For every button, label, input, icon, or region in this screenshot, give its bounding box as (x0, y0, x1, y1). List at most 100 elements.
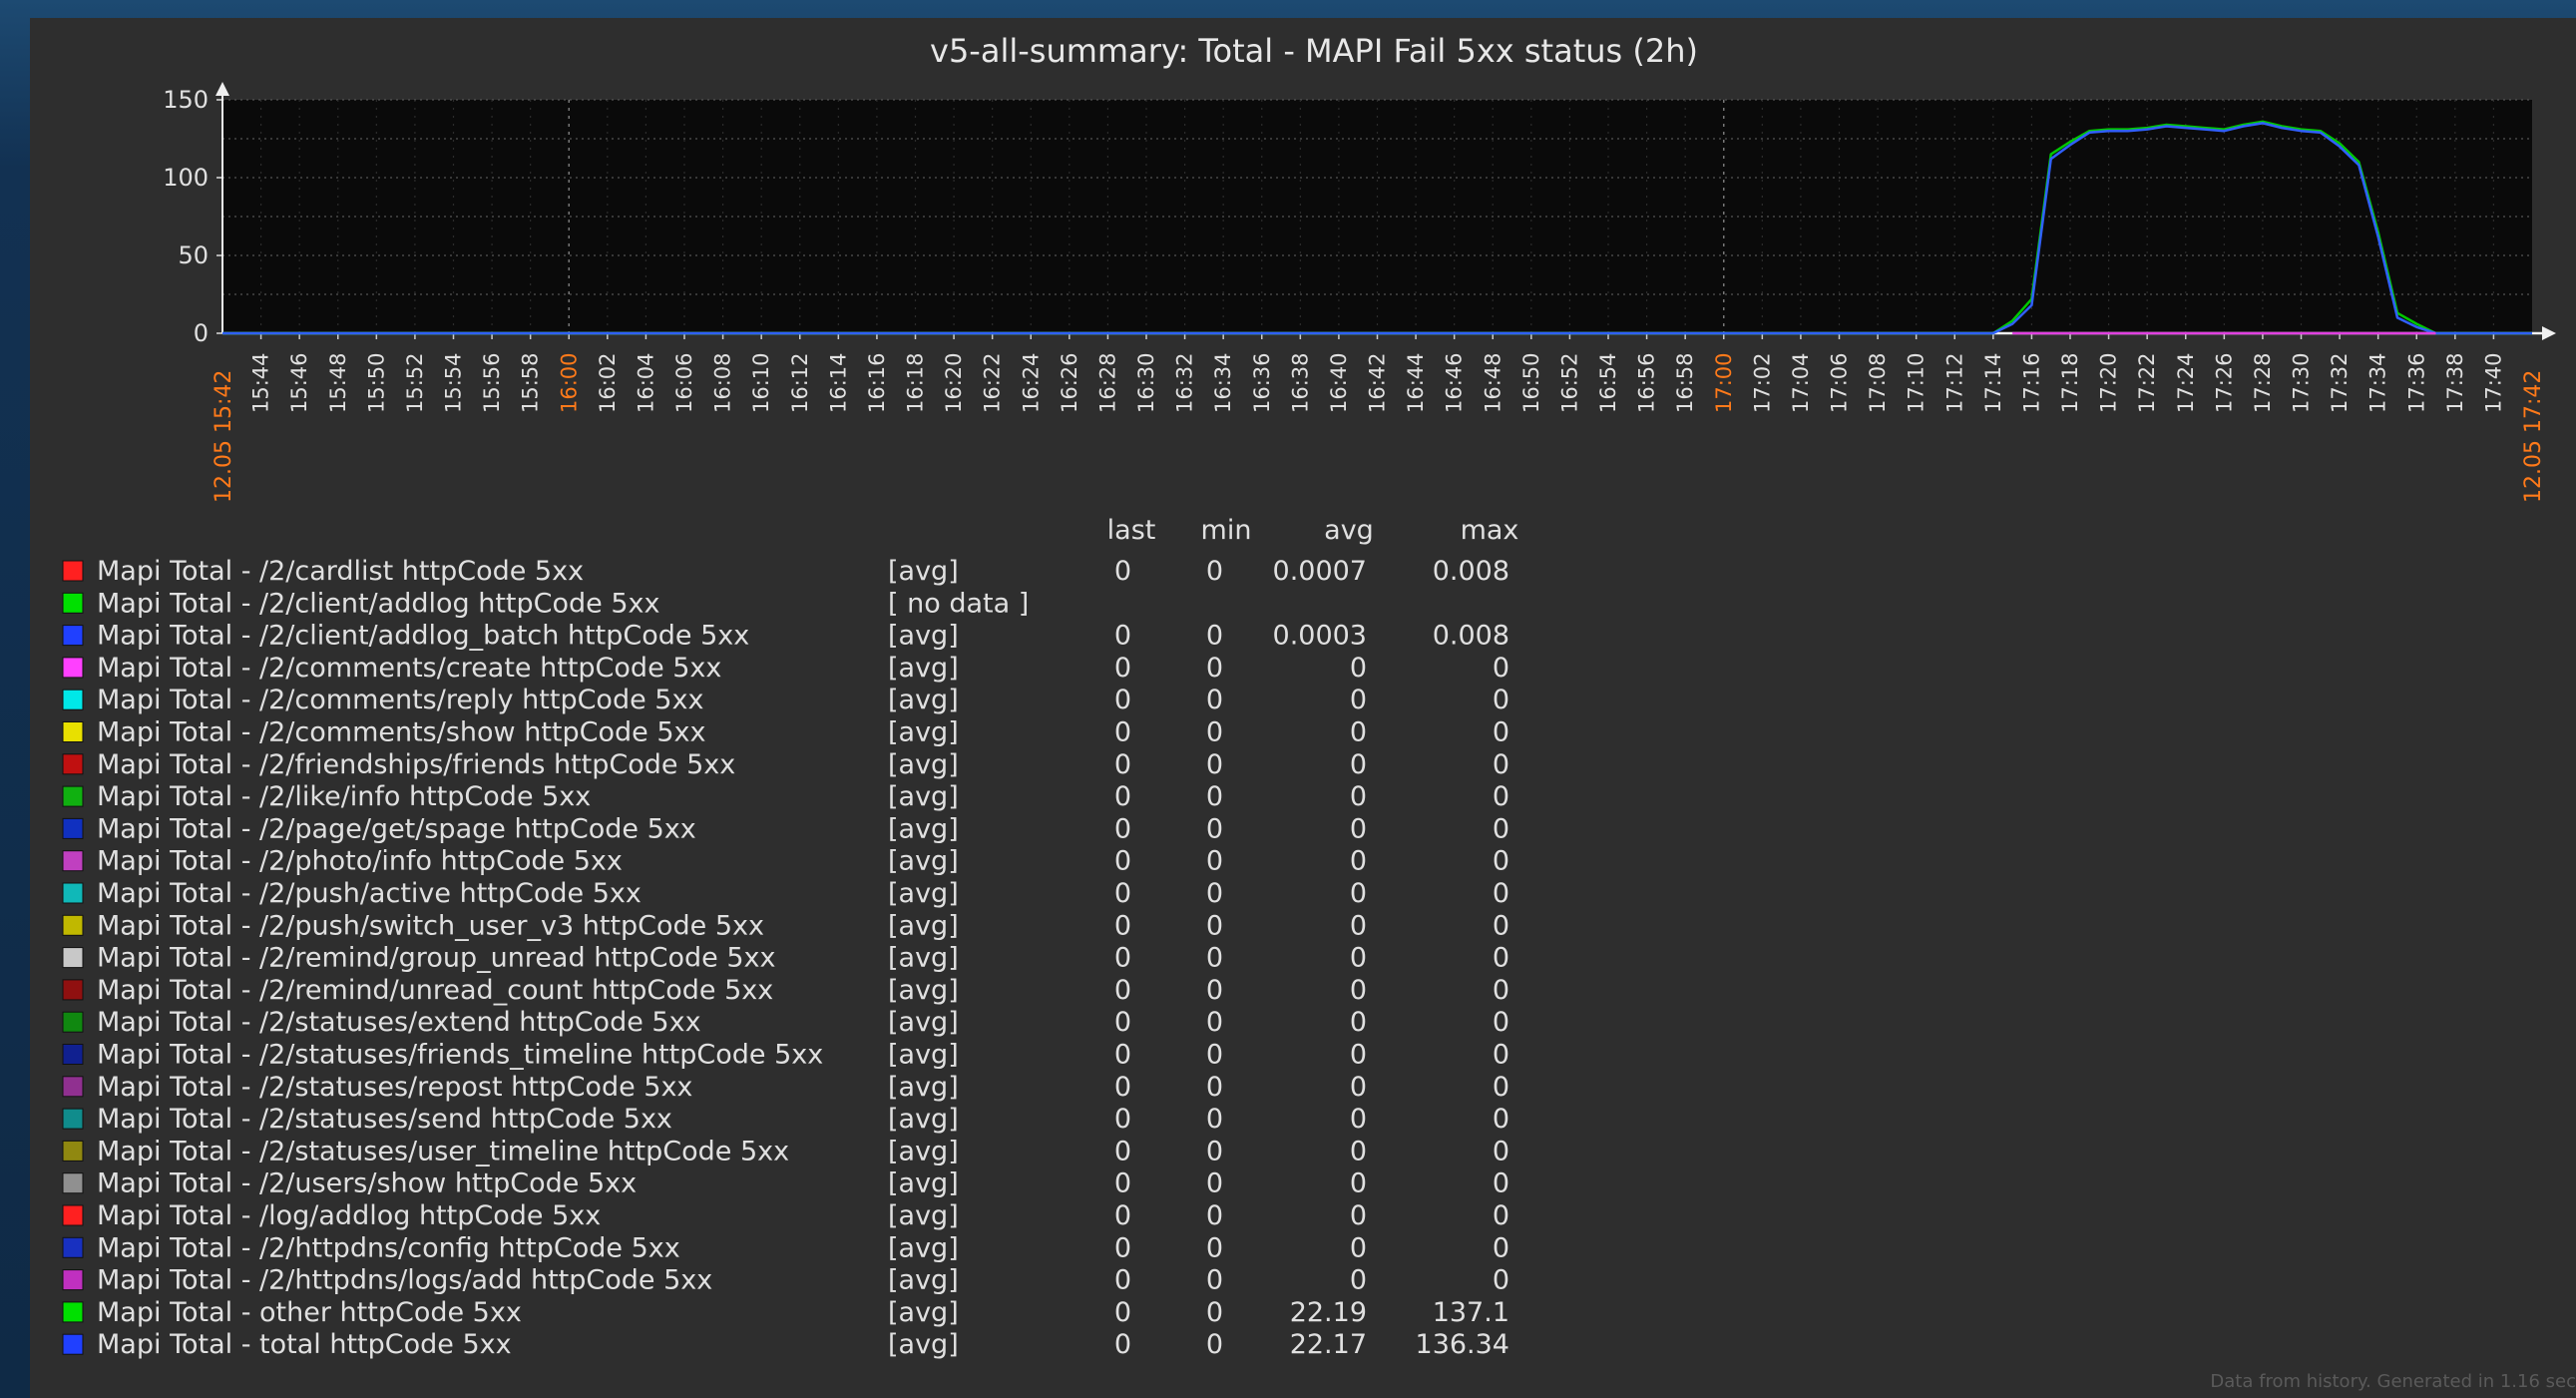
x-tick-label: 16:20 (942, 352, 966, 413)
legend-swatch (62, 1269, 84, 1291)
legend-swatch (62, 914, 84, 936)
x-tick-label: 16:00 (557, 352, 581, 413)
legend-series-name: Mapi Total - /2/remind/unread_count http… (97, 975, 773, 1006)
x-tick-label: 16:46 (1443, 352, 1467, 413)
legend-header-max: max (1461, 515, 1519, 546)
legend-last-value: 0 (1114, 621, 1131, 652)
legend-min-value: 0 (1206, 846, 1223, 877)
legend-series-name: Mapi Total - /2/cardlist httpCode 5xx (97, 556, 584, 587)
x-tick-label: 16:48 (1481, 352, 1504, 413)
x-tick-label: 16:30 (1134, 352, 1158, 413)
legend-last-value: 0 (1114, 1136, 1131, 1166)
legend-min-value: 0 (1206, 878, 1223, 909)
legend-swatch (62, 1172, 84, 1194)
legend-last-value: 0 (1114, 1232, 1131, 1263)
x-tick-label: 16:54 (1596, 352, 1620, 413)
x-tick-label: 17:26 (2212, 352, 2236, 413)
x-tick-label: 15:48 (326, 352, 350, 413)
legend-function: [avg] (888, 975, 959, 1006)
legend-series-name: Mapi Total - /2/httpdns/logs/add httpCod… (97, 1265, 712, 1296)
legend-max-value: 0 (1493, 813, 1509, 844)
x-tick-label: 17:40 (2481, 352, 2505, 413)
y-axis-arrow (215, 82, 229, 96)
legend-avg-value: 0.0007 (1273, 556, 1367, 587)
legend-last-value: 0 (1114, 1265, 1131, 1296)
legend-series-name: Mapi Total - /2/users/show httpCode 5xx (97, 1168, 637, 1199)
x-tick-label: 16:50 (1519, 352, 1543, 413)
legend-avg-value: 0 (1350, 749, 1367, 780)
legend-series-name: Mapi Total - total httpCode 5xx (97, 1329, 512, 1360)
legend-avg-value: 0 (1350, 1072, 1367, 1103)
legend-series-name: Mapi Total - /log/addlog httpCode 5xx (97, 1200, 601, 1231)
graph-svg: v5-all-summary: Total - MAPI Fail 5xx st… (62, 32, 2576, 1392)
legend-max-value: 0 (1493, 1168, 1509, 1199)
legend-last-value: 0 (1114, 781, 1131, 812)
legend-max-value: 0 (1493, 1200, 1509, 1231)
legend-function: [avg] (888, 1200, 959, 1231)
legend-swatch (62, 1044, 84, 1065)
x-tick-label: 17:06 (1828, 352, 1852, 413)
page-background: v5-all-summary: Total - MAPI Fail 5xx st… (0, 0, 2576, 1398)
legend-avg-value: 0 (1350, 813, 1367, 844)
legend-avg-value: 22.19 (1290, 1297, 1367, 1328)
x-tick-label: 16:08 (711, 352, 735, 413)
legend-series-name: Mapi Total - /2/comments/show httpCode 5… (97, 717, 705, 748)
legend-max-value: 0 (1493, 1007, 1509, 1038)
legend-function: [avg] (888, 878, 959, 909)
legend-last-value: 0 (1114, 653, 1131, 684)
legend-function: [avg] (888, 781, 959, 812)
x-tick-label: 15:54 (442, 352, 466, 413)
legend-swatch (62, 1076, 84, 1098)
legend-series-name: Mapi Total - /2/statuses/friends_timelin… (97, 1040, 823, 1071)
legend-swatch (62, 947, 84, 969)
legend-function: [avg] (888, 1232, 959, 1263)
legend-max-value: 0 (1493, 975, 1509, 1006)
legend-avg-value: 0 (1350, 1265, 1367, 1296)
legend-series-name: Mapi Total - /2/remind/group_unread http… (97, 943, 775, 974)
legend-swatch (62, 721, 84, 742)
legend-last-value: 0 (1114, 717, 1131, 748)
legend-min-value: 0 (1206, 975, 1223, 1006)
legend-series-name: Mapi Total - /2/like/info httpCode 5xx (97, 781, 591, 812)
x-tick-label: 16:04 (634, 352, 657, 413)
y-tick-label: 50 (178, 241, 209, 269)
legend-last-value: 0 (1114, 556, 1131, 587)
legend-series-name: Mapi Total - /2/push/switch_user_v3 http… (97, 910, 764, 941)
x-tick-label: 16:22 (981, 352, 1005, 413)
legend-series-name: Mapi Total - /2/client/addlog_batch http… (97, 621, 749, 652)
x-tick-label: 17:02 (1750, 352, 1774, 413)
legend-header-avg: avg (1324, 515, 1374, 546)
legend-avg-value: 0 (1350, 717, 1367, 748)
legend-function: [avg] (888, 910, 959, 941)
legend-max-value: 0 (1493, 878, 1509, 909)
x-tick-label: 16:12 (788, 352, 812, 413)
x-tick-label: 17:22 (2135, 352, 2159, 413)
legend-avg-value: 0 (1350, 846, 1367, 877)
legend: last min avg max Mapi Total - /2/cardlist ht… (62, 515, 1519, 1360)
x-start-label: 12.05 15:42 (212, 370, 236, 503)
legend-last-value: 0 (1114, 749, 1131, 780)
legend-min-value: 0 (1206, 1136, 1223, 1166)
legend-min-value: 0 (1206, 1168, 1223, 1199)
legend-function: [avg] (888, 749, 959, 780)
legend-function: [avg] (888, 556, 959, 587)
x-tick-label: 17:04 (1789, 352, 1813, 413)
legend-last-value: 0 (1114, 1329, 1131, 1360)
x-tick-label: 16:38 (1288, 352, 1312, 413)
x-tick-label: 16:02 (596, 352, 620, 413)
legend-function: [avg] (888, 1265, 959, 1296)
x-tick-label: 17:18 (2058, 352, 2082, 413)
legend-function: [avg] (888, 1104, 959, 1135)
legend-swatch (62, 689, 84, 710)
legend-avg-value: 0 (1350, 1136, 1367, 1166)
legend-max-value: 0 (1493, 717, 1509, 748)
legend-swatch (62, 1204, 84, 1226)
x-tick-label: 17:34 (2366, 352, 2390, 413)
legend-max-value: 0 (1493, 1265, 1509, 1296)
legend-avg-value: 0.0003 (1273, 621, 1367, 652)
legend-min-value: 0 (1206, 943, 1223, 974)
x-tick-label: 16:40 (1327, 352, 1351, 413)
x-tick-label: 15:46 (287, 352, 311, 413)
legend-swatch (62, 850, 84, 872)
legend-header-last: last (1107, 515, 1156, 546)
